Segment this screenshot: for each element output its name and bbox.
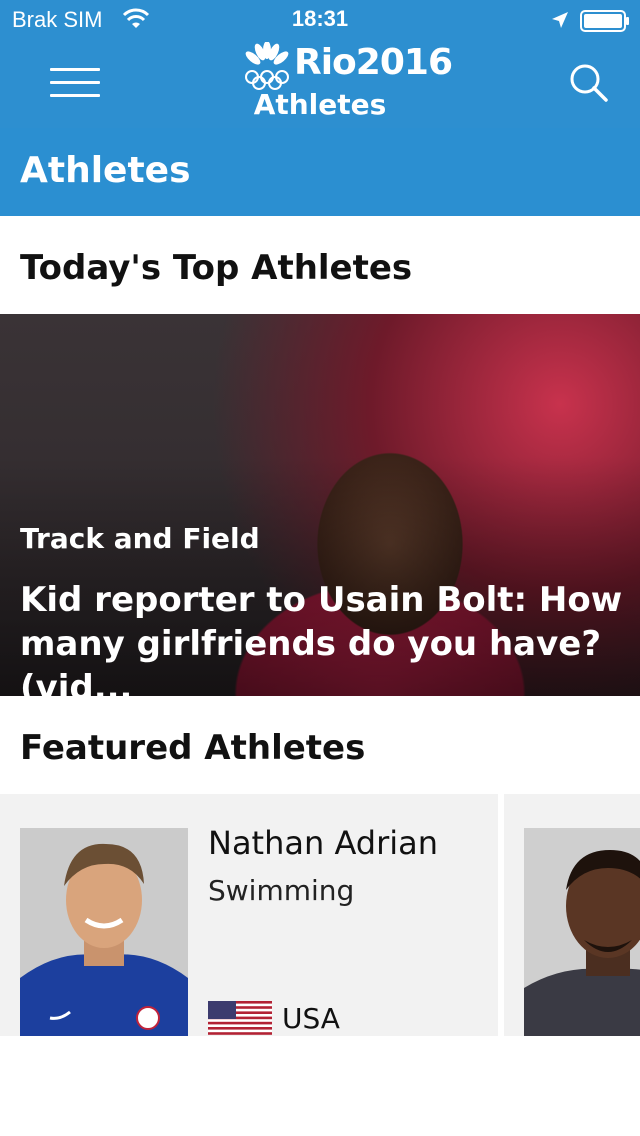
rio2016-logo: Rio2016 [240, 41, 453, 90]
search-icon[interactable] [568, 62, 610, 104]
athlete-country: USA [282, 1002, 340, 1035]
page-title-bar: Athletes [0, 128, 640, 216]
featured-athletes-carousel[interactable]: Nathan Adrian Swimming USA [0, 794, 640, 1036]
athlete-sport: Swimming [208, 874, 355, 907]
nbc-peacock-icon [244, 41, 290, 94]
brand-wordmark: Rio2016 [294, 42, 453, 83]
athlete-card[interactable] [504, 794, 640, 1036]
top-athletes-heading: Today's Top Athletes [20, 248, 413, 288]
page-title: Athletes [20, 150, 191, 191]
athlete-name: Nathan Adrian [208, 824, 439, 862]
athlete-card[interactable]: Nathan Adrian Swimming USA [0, 794, 498, 1036]
top-bar: Brak SIM 18:31 Rio2016 Athletes [0, 0, 640, 128]
battery-icon [580, 10, 630, 36]
hero-headline[interactable]: Kid reporter to Usain Bolt: How many gir… [20, 578, 630, 696]
location-arrow-icon [550, 10, 570, 34]
usa-flag-icon [208, 1001, 272, 1036]
clock: 18:31 [291, 6, 349, 31]
athlete-photo [20, 828, 188, 1036]
featured-athletes-heading: Featured Athletes [20, 728, 366, 768]
hero-story-card[interactable]: Track and Field Kid reporter to Usain Bo… [0, 314, 640, 696]
hero-sport-label: Track and Field [20, 522, 260, 555]
status-bar: Brak SIM 18:31 [0, 0, 640, 40]
header-subtitle: Athletes [253, 88, 387, 121]
athlete-photo [524, 828, 640, 1036]
